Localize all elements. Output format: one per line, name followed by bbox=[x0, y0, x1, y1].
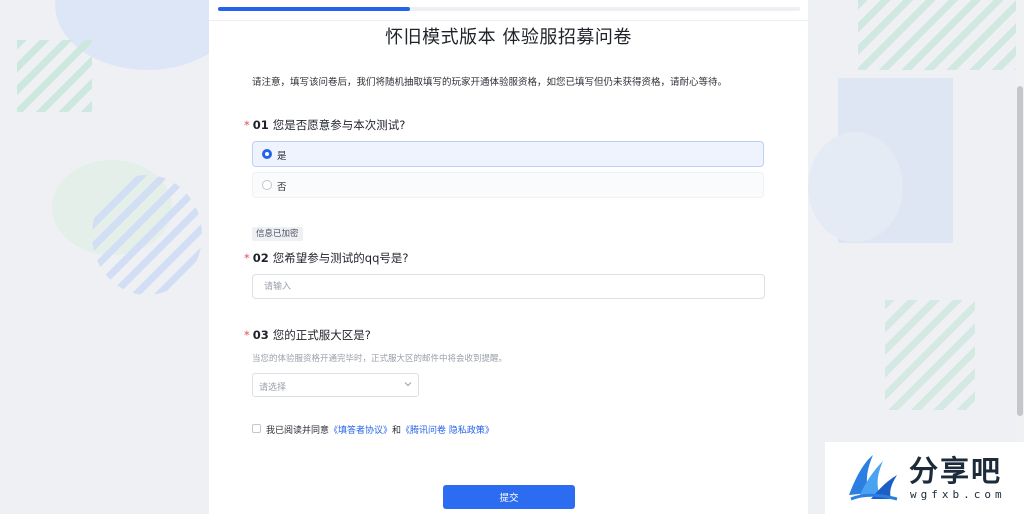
question-text: 您希望参与测试的qq号是? bbox=[272, 251, 409, 265]
question-1-title: * 01 您是否愿意参与本次测试? bbox=[244, 117, 405, 133]
chevron-down-icon bbox=[404, 382, 412, 387]
q1-option-yes[interactable]: 是 bbox=[252, 141, 764, 167]
agreement-and: 和 bbox=[392, 426, 402, 436]
progress-bar bbox=[218, 7, 800, 11]
scrollbar-thumb[interactable] bbox=[1017, 86, 1023, 416]
option-label: 否 bbox=[277, 182, 287, 193]
question-text: 您是否愿意参与本次测试? bbox=[272, 118, 406, 132]
option-label: 是 bbox=[277, 151, 287, 162]
agreement-text: 我已阅读并同意《填答者协议》和《腾讯问卷 隐私政策》 bbox=[266, 423, 494, 436]
required-mark: * bbox=[244, 251, 250, 265]
required-mark: * bbox=[244, 118, 250, 132]
respondent-agreement-link[interactable]: 《填答者协议》 bbox=[329, 426, 392, 436]
background-decoration bbox=[885, 300, 975, 410]
background-decoration bbox=[17, 40, 92, 112]
q1-option-no[interactable]: 否 bbox=[252, 172, 764, 198]
background-decoration bbox=[808, 132, 903, 242]
watermark-text: 分享吧 bbox=[909, 454, 1003, 488]
encrypted-badge: 信息已加密 bbox=[252, 227, 303, 241]
question-text: 您的正式服大区是? bbox=[272, 328, 371, 342]
progress-fill bbox=[218, 7, 411, 11]
question-number: 01 bbox=[252, 118, 269, 132]
watermark-url: wgfxb.com bbox=[910, 488, 1006, 501]
privacy-policy-link[interactable]: 《腾讯问卷 隐私政策》 bbox=[401, 426, 494, 436]
radio-checked-icon[interactable] bbox=[262, 149, 272, 159]
region-select[interactable]: 请选择 bbox=[252, 373, 419, 397]
question-number: 02 bbox=[252, 251, 269, 265]
qq-number-input[interactable] bbox=[252, 274, 765, 299]
question-3-title: * 03 您的正式服大区是? bbox=[244, 327, 371, 343]
question-2-title: * 02 您希望参与测试的qq号是? bbox=[244, 250, 408, 266]
required-mark: * bbox=[244, 328, 250, 342]
survey-title: 怀旧模式版本 体验服招募问卷 bbox=[385, 27, 632, 48]
question-number: 03 bbox=[252, 328, 269, 342]
watermark: 分享吧 wgfxb.com bbox=[825, 442, 1024, 514]
select-placeholder: 请选择 bbox=[259, 383, 287, 393]
agreement-checkbox[interactable] bbox=[252, 424, 261, 433]
agreement-prefix: 我已阅读并同意 bbox=[266, 426, 330, 436]
header-divider bbox=[209, 20, 808, 21]
background-decoration bbox=[858, 0, 1024, 70]
radio-unchecked-icon[interactable] bbox=[262, 180, 272, 190]
survey-intro: 请注意，填写该问卷后，我们将随机抽取填写的玩家开通体验服资格，如您已填写但仍未获… bbox=[252, 77, 728, 88]
page-scrollbar[interactable] bbox=[1016, 0, 1024, 514]
watermark-logo-icon bbox=[849, 455, 898, 501]
question-3-hint: 当您的体验服资格开通完毕时，正式服大区的邮件中将会收到提醒。 bbox=[252, 354, 508, 364]
survey-card: 怀旧模式版本 体验服招募问卷 请注意，填写该问卷后，我们将随机抽取填写的玩家开通… bbox=[209, 0, 808, 514]
submit-button[interactable]: 提交 bbox=[443, 485, 575, 509]
background-decoration bbox=[92, 175, 202, 295]
